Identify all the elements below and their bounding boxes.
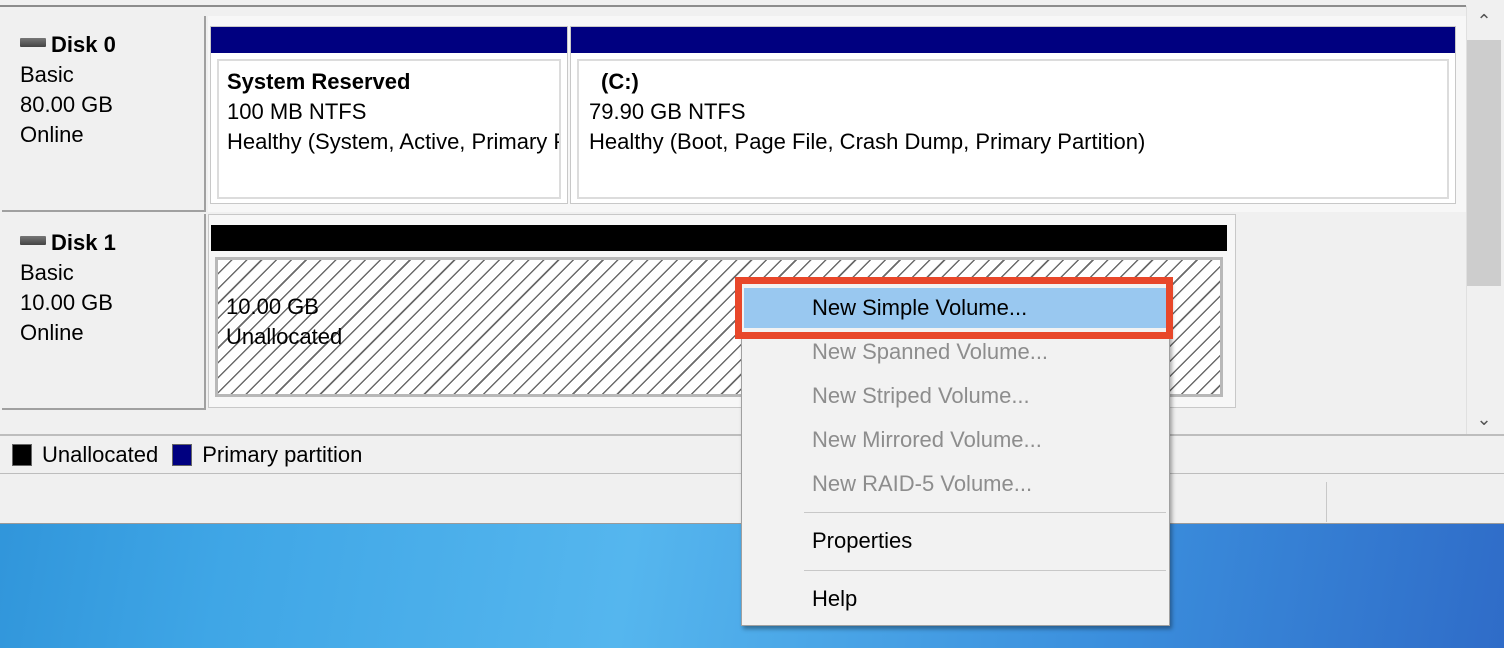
partition-status: Healthy (System, Active, Primary Partiti… (227, 129, 559, 154)
partition-system-reserved-body: System Reserved 100 MB NTFS Healthy (Sys… (217, 59, 561, 199)
disk-1-status: Online (20, 320, 84, 345)
disk-1-size: 10.00 GB (20, 290, 113, 315)
partition-system-reserved[interactable]: System Reserved 100 MB NTFS Healthy (Sys… (210, 26, 568, 204)
disk-row-0: Disk 0 Basic 80.00 GB Online System Rese… (0, 16, 1466, 212)
legend-item-primary: Primary partition (172, 435, 362, 475)
window-top-edge (0, 0, 1466, 7)
partition-title: (C:) (601, 69, 639, 94)
partition-filesystem: 79.90 GB NTFS (589, 99, 746, 124)
unallocated-swatch (12, 443, 32, 466)
hard-disk-icon (20, 235, 46, 245)
primary-partition-bar (211, 27, 567, 53)
disk-1-name: Disk 1 (20, 228, 204, 258)
partition-c-drive-body: (C:) 79.90 GB NTFS Healthy (Boot, Page F… (577, 59, 1449, 199)
partition-status: Healthy (Boot, Page File, Crash Dump, Pr… (589, 129, 1146, 154)
disk-1-info[interactable]: Disk 1 Basic 10.00 GB Online (2, 214, 206, 410)
menu-item-properties[interactable]: Properties (744, 521, 1167, 561)
hard-disk-icon (20, 37, 46, 47)
menu-item-help[interactable]: Help (744, 579, 1167, 619)
partition-c-drive[interactable]: (C:) 79.90 GB NTFS Healthy (Boot, Page F… (570, 26, 1456, 204)
scroll-up-icon[interactable]: ⌃ (1467, 6, 1501, 36)
status-bar-divider (1326, 482, 1327, 522)
scroll-down-icon[interactable]: ⌄ (1467, 404, 1501, 434)
menu-separator (804, 570, 1166, 571)
disk-0-type: Basic (20, 62, 74, 87)
vertical-scrollbar[interactable]: ⌃ ⌄ (1466, 6, 1501, 434)
partition-title: System Reserved (227, 69, 411, 94)
menu-item-new-mirrored-volume[interactable]: New Mirrored Volume... (744, 420, 1167, 460)
primary-partition-swatch (172, 443, 193, 466)
primary-partition-bar (571, 27, 1455, 53)
legend-item-unallocated: Unallocated (12, 435, 158, 475)
disk-0-name: Disk 0 (20, 30, 204, 60)
disk-1-type: Basic (20, 260, 74, 285)
disk-0-partitions: System Reserved 100 MB NTFS Healthy (Sys… (208, 16, 1466, 212)
disk-0-info[interactable]: Disk 0 Basic 80.00 GB Online (2, 16, 206, 212)
partition-filesystem: 100 MB NTFS (227, 99, 367, 124)
menu-separator (804, 512, 1166, 513)
disk-row-1: Disk 1 Basic 10.00 GB Online 10.00 GB Un… (0, 214, 1466, 410)
menu-item-new-striped-volume[interactable]: New Striped Volume... (744, 376, 1167, 416)
unallocated-bar (211, 225, 1227, 251)
annotation-highlight-box (735, 277, 1173, 339)
disk-0-size: 80.00 GB (20, 92, 113, 117)
disk-0-status: Online (20, 122, 84, 147)
menu-item-new-raid5-volume[interactable]: New RAID-5 Volume... (744, 464, 1167, 504)
scroll-thumb[interactable] (1467, 40, 1501, 286)
